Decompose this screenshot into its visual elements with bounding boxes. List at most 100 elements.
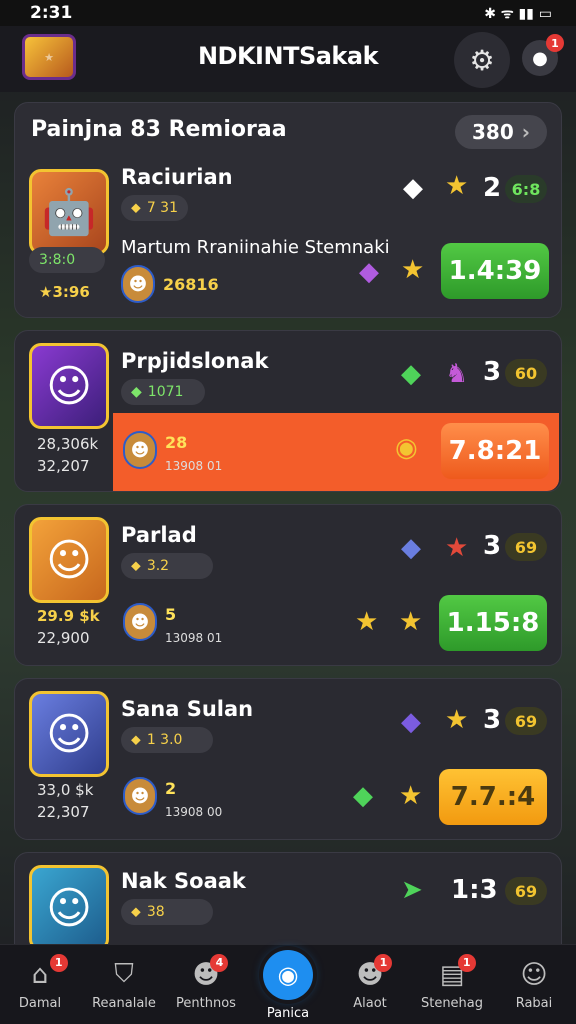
stat-bottom: 32,207	[37, 457, 90, 475]
player-card: ☺ Prpjidslonak ◆ 1071 ◆ ♞ 3 60 28,306k 3…	[14, 330, 562, 492]
home-icon: ⌂ 1	[32, 953, 68, 990]
nav-label: Rabai	[515, 995, 553, 1011]
row-chip-value: 7 31	[146, 200, 178, 216]
avatar[interactable]: ☺	[29, 691, 109, 777]
red-star-icon: ★	[445, 533, 469, 563]
star-icon: ★	[401, 255, 425, 285]
shield-icon: ⛉	[114, 959, 134, 989]
rank-pill: 69	[505, 533, 547, 561]
row-chip: ⬥ 7 31	[121, 195, 188, 221]
rank-pill: 60	[505, 359, 547, 387]
sub-row[interactable]: ☻ 5 13098 01 ★ ★ 1.15:8	[113, 585, 559, 663]
star-icon: ★	[445, 705, 469, 735]
avatar[interactable]: ☺	[29, 865, 109, 951]
profile-icon: ☺	[520, 959, 548, 990]
rank-pill: 69	[505, 877, 547, 905]
play-icon[interactable]: ➤	[401, 875, 423, 905]
settings-button[interactable]: ⚙	[454, 32, 510, 88]
nav-badge: 1	[374, 953, 393, 972]
stat-top: 28,306k	[37, 435, 99, 453]
coin-icon: ⬥	[131, 904, 141, 920]
nav-item-inbox[interactable]: ▤ 1 Stenehag	[412, 945, 492, 1024]
nav-label: Alaot	[353, 995, 387, 1011]
nav-label: Panica	[266, 1005, 310, 1021]
compass-icon: ◉	[263, 949, 313, 1000]
section-pill-button[interactable]: 380 ›	[455, 115, 547, 149]
sub-row[interactable]: ☻ 2 13908 00 ◆ ★ 7.7.:4	[113, 759, 559, 837]
timer-button[interactable]: 1.4:39	[441, 243, 549, 299]
coin-icon: ⬥	[131, 732, 141, 748]
nav-item-profile[interactable]: ☺ Rabai	[494, 945, 574, 1024]
bottom-nav: ⌂ 1 Damal ⛉ Reanalale ☻ 4 Penthnos ◉ Pan…	[0, 944, 576, 1024]
timer-button[interactable]: 7.8:21	[441, 423, 549, 479]
gem-icon: ◆	[359, 257, 379, 287]
row-name: Parlad	[121, 523, 197, 547]
row-chip-value: 1071	[147, 384, 184, 400]
avatar[interactable]: ☺	[29, 343, 109, 429]
rank-number: 2	[483, 173, 502, 203]
nav-item-clans[interactable]: ⛉ Reanalale	[84, 945, 164, 1024]
side-stat-value: ★3:96	[39, 283, 90, 301]
highlighted-row[interactable]: ☻ 28 13908 01 ◉ 7.8:21	[113, 413, 559, 491]
mini-avatar: ☻	[123, 603, 157, 641]
nav-badge: 1	[49, 953, 68, 972]
star-icon: ★	[399, 607, 423, 637]
row-subtitle: Martum Rraniinahie Stemnaki	[121, 237, 390, 258]
nav-item-play[interactable]: ◉ Panica	[248, 945, 328, 1024]
coin-icon: ⬥	[131, 200, 141, 216]
timer-button[interactable]: 7.7.:4	[439, 769, 547, 825]
robot-icon: 🤖	[41, 187, 97, 238]
face-icon: ☻	[130, 439, 150, 461]
coin-icon: ◉	[395, 433, 418, 463]
stat-top: 33,0 $k	[37, 781, 94, 799]
notifications-button[interactable]: ● 1	[522, 34, 564, 76]
nav-label: Penthnos	[176, 995, 236, 1011]
leaderboard-section: Painjna 83 Remioraa 380 › 🤖 Raciurian ⬥ …	[14, 102, 562, 318]
row-chip: ⬥ 1 3.0	[121, 727, 213, 753]
face-icon: ☻	[128, 273, 148, 295]
nav-label: Reanalale	[92, 996, 156, 1011]
stat-bottom: 22,307	[37, 803, 90, 821]
nav-label: Damal	[18, 995, 62, 1011]
top-bar: ★ NDKINTSakak ⚙ ● 1	[0, 26, 576, 92]
status-icons: ✱ ᯤ ▮▮ ▭	[484, 5, 552, 22]
mini-value: 2	[165, 779, 177, 798]
inbox-icon: ▤ 1	[440, 953, 476, 990]
row-chip-value: 1 3.0	[146, 732, 183, 748]
nav-badge: 4	[210, 953, 229, 972]
green-gem-icon: ◆	[401, 359, 421, 389]
player-card: ☺ Sana Sulan ⬥ 1 3.0 ◆ ★ 3 69 33,0 $k 22…	[14, 678, 562, 840]
mini-avatar[interactable]: ☻	[121, 265, 155, 303]
timer-button[interactable]: 1.15:8	[439, 595, 547, 651]
stat-bottom: 22,900	[37, 629, 90, 647]
mini-value: 5	[165, 605, 177, 624]
player-face-icon: ☺	[46, 534, 92, 586]
player-card: ☺ Parlad ⬥ 3.2 ◆ ★ 3 69 29.9 $k 22,900 ☻…	[14, 504, 562, 666]
stat-top: 29.9 $k	[37, 607, 100, 625]
row-name: Raciurian	[121, 165, 233, 189]
nav-item-alerts[interactable]: ☻ 1 Alaot	[330, 945, 410, 1024]
row-chip-value: 3.2	[146, 558, 170, 574]
chevron-right-icon: ›	[521, 120, 530, 144]
status-time: 2:31	[30, 3, 73, 23]
rank-pill: 69	[505, 707, 547, 735]
row-name: Sana Sulan	[121, 697, 254, 721]
rank-number: 3	[483, 705, 502, 735]
green-gem-icon: ◆	[353, 781, 373, 811]
star-icon: ★	[399, 781, 423, 811]
nav-item-friends[interactable]: ☻ 4 Penthnos	[166, 945, 246, 1024]
avatar[interactable]: ☺	[29, 517, 109, 603]
avatar[interactable]: 🤖	[29, 169, 109, 255]
star-icon: ★	[445, 171, 469, 201]
people-icon: ☻ 4	[192, 953, 229, 990]
nav-label: Stenehag	[420, 995, 484, 1011]
side-stats: 29.9 $k 22,900	[37, 605, 100, 649]
side-badge: 3:8:0	[29, 247, 105, 273]
player-face-icon: ☺	[46, 360, 92, 412]
section-pill-value: 380	[472, 120, 514, 144]
mini-subtext: 13908 01	[165, 459, 223, 473]
row-chip: ⬥ 3.2	[121, 553, 213, 579]
nav-item-home[interactable]: ⌂ 1 Damal	[0, 945, 80, 1024]
status-bar: 2:31 ✱ ᯤ ▮▮ ▭	[0, 0, 576, 26]
gear-icon: ⚙	[469, 43, 495, 77]
